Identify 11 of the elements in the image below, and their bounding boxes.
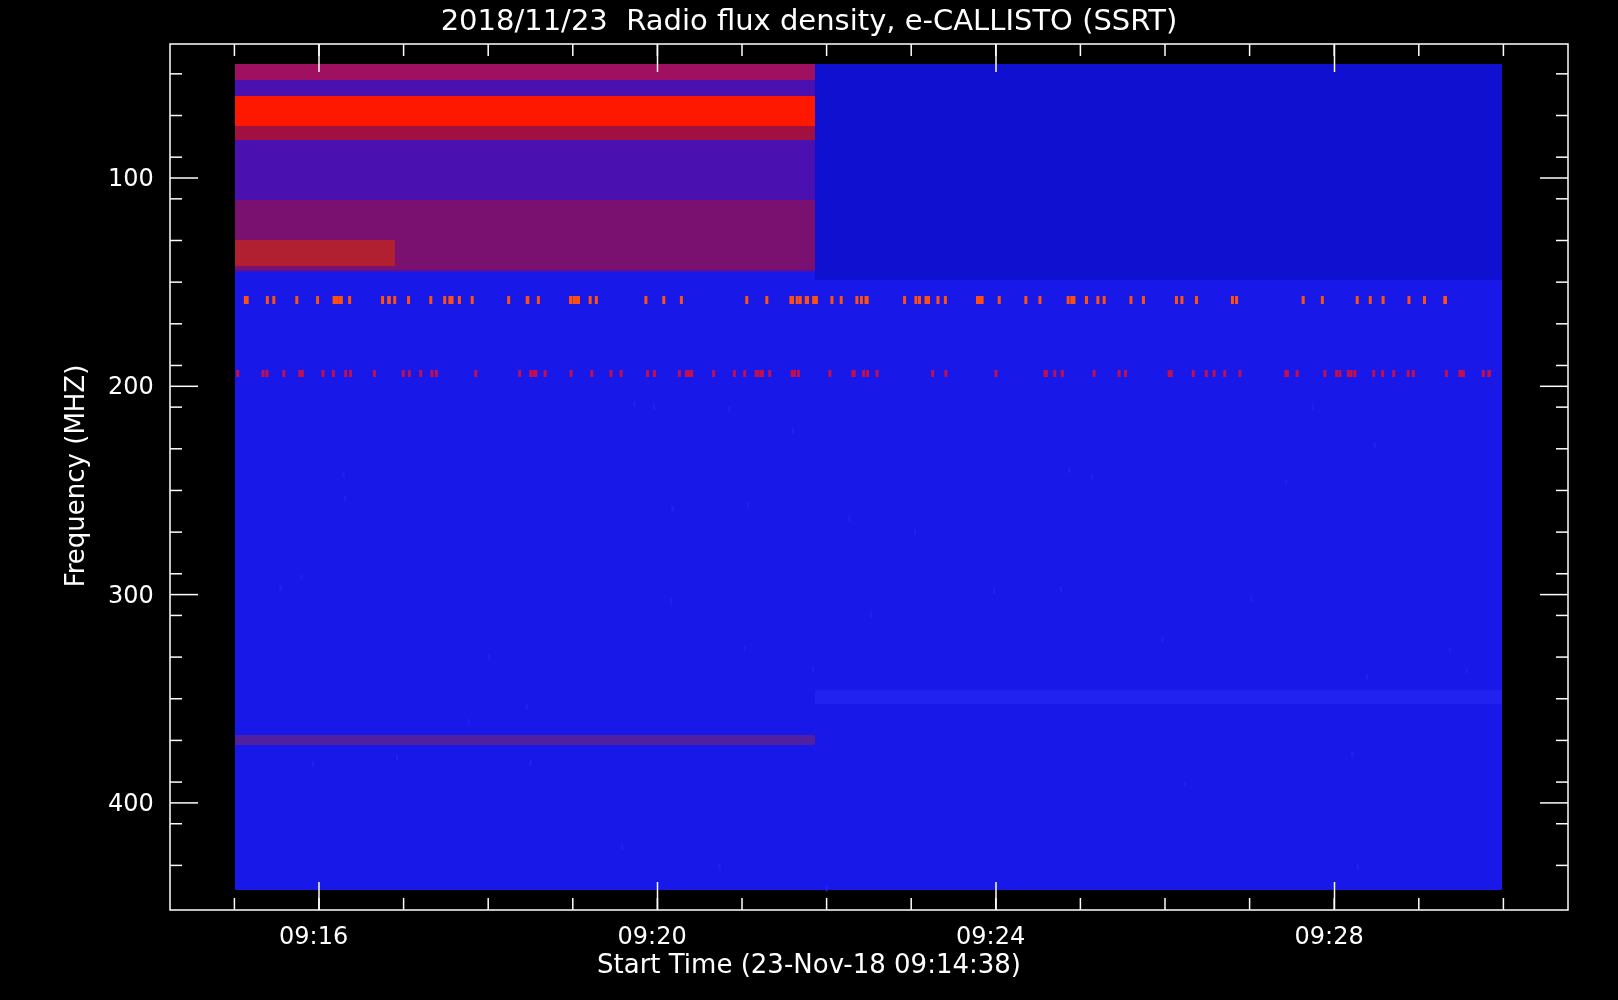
x-tick-label: 09:28 bbox=[1294, 922, 1364, 950]
y-tick-label: 400 bbox=[108, 788, 154, 817]
x-axis-label: Start Time (23-Nov-18 09:14:38) bbox=[596, 948, 1022, 980]
y-axis-label: Frequency (MHZ) bbox=[59, 363, 91, 590]
y-tick-label: 300 bbox=[108, 580, 154, 609]
y-tick-label: 200 bbox=[108, 372, 154, 401]
x-tick-label: 09:24 bbox=[956, 922, 1026, 950]
chart-title: 2018/11/23 Radio flux density, e-CALLISTO (SSRT) bbox=[439, 2, 1179, 39]
x-tick-label: 09:16 bbox=[279, 922, 349, 950]
x-tick-label: 09:20 bbox=[617, 922, 687, 950]
y-tick-label: 100 bbox=[108, 164, 154, 192]
